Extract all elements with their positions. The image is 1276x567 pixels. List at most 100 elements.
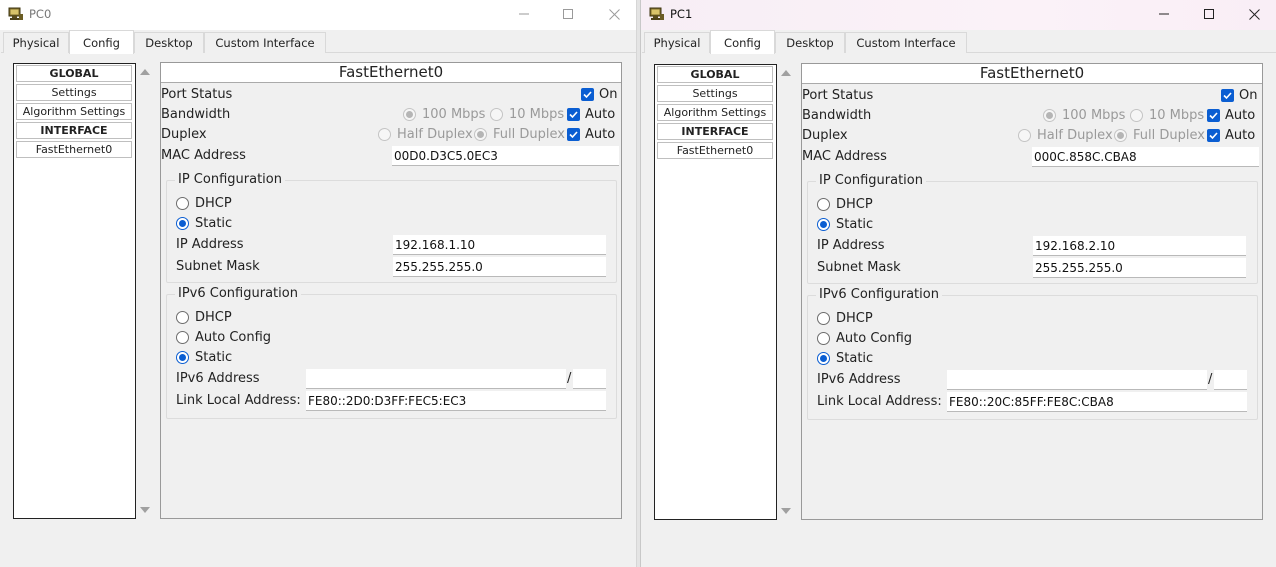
ipv6-configuration-group: IPv6 Configuration DHCP Auto Config Stat… xyxy=(166,286,617,419)
half-duplex-radio[interactable] xyxy=(378,128,391,141)
close-button[interactable] xyxy=(1231,0,1276,28)
title-bar[interactable]: PC1 xyxy=(641,0,1276,30)
minimize-button[interactable] xyxy=(1141,0,1187,28)
tab-custom-interface[interactable]: Custom Interface xyxy=(204,32,326,53)
sidebar-item-interface[interactable]: INTERFACE xyxy=(16,122,132,139)
ipv6-auto-config-radio[interactable] xyxy=(817,332,830,345)
close-icon xyxy=(608,8,620,20)
panel-title: FastEthernet0 xyxy=(161,63,621,83)
sidebar-item-fastethernet0[interactable]: FastEthernet0 xyxy=(657,142,773,159)
bandwidth-100-label: 100 Mbps xyxy=(422,107,486,122)
tab-custom-interface[interactable]: Custom Interface xyxy=(845,32,967,53)
scroll-down-arrow-icon[interactable] xyxy=(781,508,791,514)
ipv4-static-radio[interactable] xyxy=(817,218,830,231)
ipv4-static-radio[interactable] xyxy=(176,217,189,230)
bandwidth-100-radio[interactable] xyxy=(1043,109,1056,122)
ip-address-field[interactable]: 192.168.1.10 xyxy=(393,235,606,255)
link-local-address-field[interactable]: FE80::2D0:D3FF:FEC5:EC3 xyxy=(306,391,606,411)
bandwidth-100-label: 100 Mbps xyxy=(1062,108,1126,123)
subnet-mask-field[interactable]: 255.255.255.0 xyxy=(1033,258,1246,278)
subnet-mask-label: Subnet Mask xyxy=(176,259,260,274)
half-duplex-label: Half Duplex xyxy=(397,127,473,142)
link-local-label: Link Local Address: xyxy=(817,394,942,409)
tab-desktop[interactable]: Desktop xyxy=(775,32,845,53)
sidebar-item-settings[interactable]: Settings xyxy=(657,85,773,102)
bandwidth-10-radio[interactable] xyxy=(490,108,503,121)
maximize-button[interactable] xyxy=(1186,0,1232,28)
half-duplex-radio[interactable] xyxy=(1018,129,1031,142)
bandwidth-auto-label: Auto xyxy=(1225,108,1256,123)
duplex-auto-checkbox[interactable] xyxy=(567,128,580,141)
minimize-button[interactable] xyxy=(501,0,547,28)
tab-config[interactable]: Config xyxy=(69,30,134,54)
title-bar[interactable]: PC0 xyxy=(0,0,636,30)
ipv6-prefix-field[interactable] xyxy=(1214,370,1247,390)
duplex-label: Duplex xyxy=(802,128,848,143)
sidebar-scrollbar[interactable] xyxy=(137,63,152,519)
sidebar-scrollbar[interactable] xyxy=(778,64,793,520)
full-duplex-label: Full Duplex xyxy=(493,127,565,142)
settings-sidebar: GLOBAL Settings Algorithm Settings INTER… xyxy=(654,64,777,520)
duplex-auto-checkbox[interactable] xyxy=(1207,129,1220,142)
port-status-checkbox[interactable] xyxy=(581,88,594,101)
ipv6-auto-config-radio[interactable] xyxy=(176,331,189,344)
port-status-on-label: On xyxy=(599,87,618,102)
scroll-up-arrow-icon[interactable] xyxy=(781,70,791,76)
close-button[interactable] xyxy=(591,0,636,28)
checkmark-icon xyxy=(569,131,578,139)
port-status-label: Port Status xyxy=(802,88,874,103)
pc0-window: PC0 Physical Config Desktop Custom Inter… xyxy=(0,0,637,567)
subnet-mask-label: Subnet Mask xyxy=(817,260,901,275)
full-duplex-radio[interactable] xyxy=(1114,129,1127,142)
mac-address-label: MAC Address xyxy=(161,148,246,163)
minimize-icon xyxy=(519,13,529,15)
sidebar-item-global[interactable]: GLOBAL xyxy=(16,65,132,82)
port-status-checkbox[interactable] xyxy=(1221,89,1234,102)
ipv4-dhcp-label: DHCP xyxy=(195,196,232,211)
ip-configuration-group: IP Configuration DHCP Static IP Address … xyxy=(166,172,617,283)
tab-physical[interactable]: Physical xyxy=(3,32,69,53)
tab-bar: Physical Config Desktop Custom Interface xyxy=(1,30,636,54)
sidebar-item-algorithm-settings[interactable]: Algorithm Settings xyxy=(657,104,773,121)
mac-address-field[interactable]: 00D0.D3C5.0EC3 xyxy=(392,146,619,166)
ip-configuration-title: IP Configuration xyxy=(175,172,285,187)
duplex-auto-label: Auto xyxy=(585,127,616,142)
scroll-up-arrow-icon[interactable] xyxy=(140,69,150,75)
checkmark-icon xyxy=(1223,92,1232,100)
bandwidth-auto-checkbox[interactable] xyxy=(567,108,580,121)
ipv6-configuration-group: IPv6 Configuration DHCP Auto Config Stat… xyxy=(807,287,1258,420)
settings-sidebar: GLOBAL Settings Algorithm Settings INTER… xyxy=(13,63,136,519)
sidebar-item-algorithm-settings[interactable]: Algorithm Settings xyxy=(16,103,132,120)
ipv6-static-radio[interactable] xyxy=(176,351,189,364)
maximize-icon xyxy=(563,9,573,19)
bandwidth-auto-checkbox[interactable] xyxy=(1207,109,1220,122)
sidebar-item-global[interactable]: GLOBAL xyxy=(657,66,773,83)
ipv6-dhcp-radio[interactable] xyxy=(176,311,189,324)
tab-desktop[interactable]: Desktop xyxy=(134,32,204,53)
ipv6-address-field[interactable] xyxy=(306,369,566,389)
link-local-label: Link Local Address: xyxy=(176,393,301,408)
ipv6-address-field[interactable] xyxy=(947,370,1207,390)
mac-address-field[interactable]: 000C.858C.CBA8 xyxy=(1032,147,1259,167)
sidebar-item-settings[interactable]: Settings xyxy=(16,84,132,101)
ipv6-dhcp-radio[interactable] xyxy=(817,312,830,325)
ipv4-dhcp-radio[interactable] xyxy=(176,197,189,210)
tab-physical[interactable]: Physical xyxy=(644,32,710,53)
panel-title: FastEthernet0 xyxy=(802,64,1262,84)
tab-config[interactable]: Config xyxy=(710,30,775,54)
ipv6-prefix-field[interactable] xyxy=(573,369,606,389)
bandwidth-100-radio[interactable] xyxy=(403,108,416,121)
bandwidth-10-radio[interactable] xyxy=(1130,109,1143,122)
link-local-address-field[interactable]: FE80::20C:85FF:FE8C:CBA8 xyxy=(947,392,1247,412)
full-duplex-radio[interactable] xyxy=(474,128,487,141)
ip-address-field[interactable]: 192.168.2.10 xyxy=(1033,236,1246,256)
sidebar-item-fastethernet0[interactable]: FastEthernet0 xyxy=(16,141,132,158)
ipv6-static-radio[interactable] xyxy=(817,352,830,365)
scroll-down-arrow-icon[interactable] xyxy=(140,507,150,513)
checkmark-icon xyxy=(1209,132,1218,140)
bandwidth-auto-label: Auto xyxy=(585,107,616,122)
sidebar-item-interface[interactable]: INTERFACE xyxy=(657,123,773,140)
ipv4-dhcp-radio[interactable] xyxy=(817,198,830,211)
subnet-mask-field[interactable]: 255.255.255.0 xyxy=(393,257,606,277)
maximize-button[interactable] xyxy=(545,0,591,28)
